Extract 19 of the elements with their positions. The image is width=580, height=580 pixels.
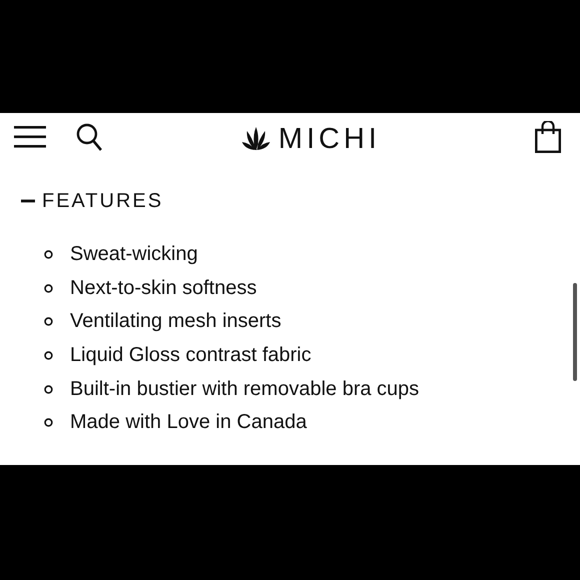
- fan-logo-icon: [242, 127, 270, 151]
- search-icon[interactable]: [76, 123, 102, 151]
- feature-text: Ventilating mesh inserts: [70, 310, 282, 334]
- feature-text: Built-in bustier with removable bra cups: [70, 378, 420, 401]
- bullet-icon: [44, 250, 53, 260]
- feature-text: Made with Love in Canada: [70, 411, 307, 434]
- menu-icon[interactable]: [14, 126, 46, 148]
- feature-text: Next-to-skin softness: [70, 276, 257, 300]
- bullet-icon: [44, 317, 53, 326]
- bullet-icon: [44, 351, 53, 360]
- scrollbar[interactable]: [573, 283, 577, 381]
- bullet-icon: [44, 284, 53, 293]
- bullet-icon: [44, 418, 53, 428]
- shopping-bag-icon[interactable]: [535, 121, 561, 153]
- logo-wordmark[interactable]: MICHI: [278, 124, 381, 154]
- section-title[interactable]: FEATURES: [42, 188, 164, 214]
- feature-text: Liquid Gloss contrast fabric: [70, 344, 312, 368]
- bullet-icon: [44, 384, 53, 394]
- feature-text: Sweat-wicking: [70, 243, 198, 266]
